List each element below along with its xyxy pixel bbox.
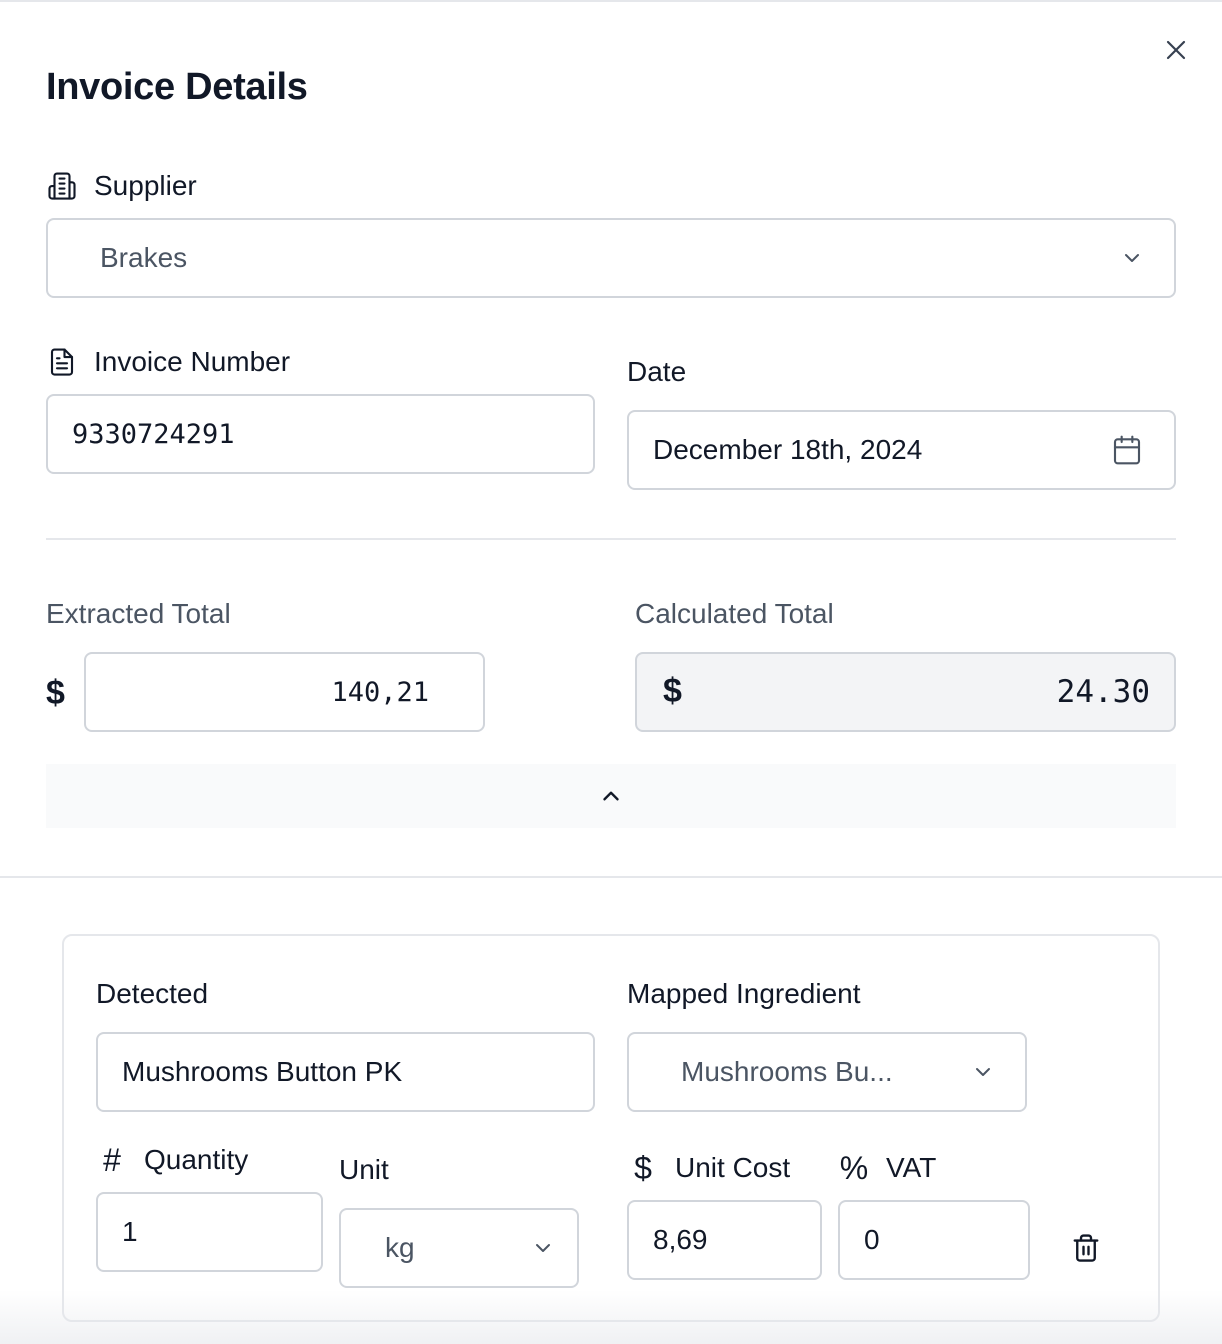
- delete-line-item-button[interactable]: [1066, 1228, 1106, 1268]
- quantity-input[interactable]: 1: [96, 1192, 323, 1272]
- unit-value: kg: [385, 1232, 415, 1263]
- date-value: December 18th, 2024: [653, 434, 923, 465]
- mapped-ingredient-label-text: Mapped Ingredient: [627, 978, 861, 1009]
- quantity-label: # Quantity: [96, 1141, 249, 1178]
- extracted-currency: $: [46, 674, 65, 712]
- calculated-total-label: Calculated Total: [635, 598, 834, 629]
- detected-label: Detected: [96, 978, 208, 1010]
- chevron-up-icon: [603, 791, 619, 801]
- mapped-ingredient-select[interactable]: Mushrooms Bu...: [627, 1032, 1027, 1112]
- close-button[interactable]: [1160, 34, 1192, 66]
- panel-divider: [0, 876, 1222, 878]
- collapse-toggle[interactable]: [46, 764, 1176, 828]
- chevron-down-icon: [1125, 254, 1139, 262]
- chevron-down-icon: [536, 1244, 550, 1252]
- unit-cost-label-text: Unit Cost: [675, 1152, 791, 1183]
- supplier-label: Supplier: [46, 170, 197, 202]
- invoice-number-label-text: Invoice Number: [94, 346, 291, 377]
- percent-icon: %: [839, 1149, 869, 1186]
- unit-cost-label: $ Unit Cost: [627, 1149, 791, 1186]
- vat-value: 0: [864, 1224, 880, 1255]
- chevron-down-icon: [976, 1068, 990, 1076]
- trash-icon: [1073, 1234, 1099, 1262]
- extracted-total-input[interactable]: 140,21: [84, 652, 485, 732]
- vat-label-text: VAT: [886, 1152, 937, 1183]
- unit-select[interactable]: kg: [339, 1208, 579, 1288]
- unit-cost-value: 8,69: [653, 1224, 708, 1255]
- mapped-ingredient-label: Mapped Ingredient: [627, 978, 861, 1010]
- date-label-text: Date: [627, 356, 687, 387]
- unit-label: Unit: [339, 1154, 389, 1186]
- top-border: [0, 0, 1222, 2]
- invoice-number-input[interactable]: 9330724291: [46, 394, 595, 474]
- vat-input[interactable]: 0: [838, 1200, 1030, 1280]
- extracted-total-value: 140,21: [331, 676, 429, 708]
- calculated-total-value: 24.30: [1056, 674, 1150, 710]
- section-divider: [46, 538, 1176, 540]
- date-label: Date: [627, 356, 686, 388]
- calendar-icon: [1113, 435, 1141, 465]
- date-picker[interactable]: December 18th, 2024: [627, 410, 1176, 490]
- quantity-value: 1: [122, 1216, 138, 1247]
- calculated-currency: $: [663, 672, 682, 710]
- detected-value: Mushrooms Button PK: [122, 1056, 403, 1087]
- vat-label: % VAT: [838, 1149, 937, 1186]
- detected-label-text: Detected: [96, 978, 209, 1009]
- supplier-select[interactable]: Brakes: [46, 218, 1176, 298]
- unit-label-text: Unit: [339, 1154, 389, 1185]
- building-icon: [46, 170, 78, 202]
- invoice-number-label: Invoice Number: [46, 346, 290, 378]
- invoice-number-value: 9330724291: [72, 418, 235, 450]
- mapped-ingredient-value: Mushrooms Bu...: [681, 1056, 893, 1087]
- detected-input[interactable]: Mushrooms Button PK: [96, 1032, 595, 1112]
- unit-cost-input[interactable]: 8,69: [627, 1200, 822, 1280]
- supplier-label-text: Supplier: [94, 170, 197, 201]
- calculated-total-field: $ 24.30: [635, 652, 1176, 732]
- close-icon: [1166, 40, 1186, 60]
- supplier-selected-value: Brakes: [100, 242, 188, 273]
- quantity-label-text: Quantity: [144, 1144, 249, 1175]
- dialog-title: Invoice Details: [46, 66, 308, 108]
- extracted-total-label: Extracted Total: [46, 598, 231, 629]
- file-text-icon: [46, 346, 78, 378]
- hash-icon: #: [103, 1141, 121, 1178]
- dollar-icon: $: [634, 1149, 652, 1186]
